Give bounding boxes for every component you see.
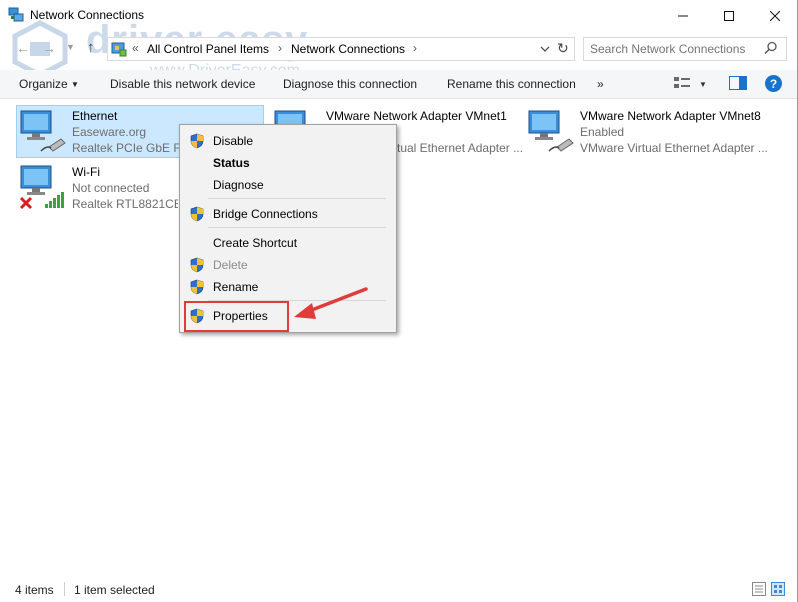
connection-device: tual Ethernet Adapter ... bbox=[397, 141, 524, 155]
forward-button[interactable]: → bbox=[42, 40, 56, 56]
breadcrumb-chevron-icon[interactable]: › bbox=[413, 41, 417, 55]
control-panel-icon bbox=[111, 41, 127, 60]
menu-item-label: Diagnose bbox=[213, 178, 264, 192]
menu-item-label: Delete bbox=[213, 258, 248, 272]
uac-shield-icon bbox=[190, 279, 204, 298]
signal-bars-icon bbox=[45, 192, 64, 208]
minimize-button[interactable] bbox=[660, 0, 706, 31]
menu-item-label: Disable bbox=[213, 134, 254, 148]
menu-item-bridge-connections[interactable]: Bridge Connections bbox=[180, 203, 396, 225]
menu-separator bbox=[208, 198, 386, 199]
organize-dropdown-icon[interactable]: ▼ bbox=[71, 80, 79, 89]
breadcrumb-all-control-panel-items[interactable]: All Control Panel Items bbox=[147, 42, 269, 56]
window-title: Network Connections bbox=[30, 8, 145, 22]
organize-button[interactable]: Organize bbox=[19, 77, 68, 91]
menu-item-disable[interactable]: Disable bbox=[180, 130, 396, 152]
menu-item-diagnose[interactable]: Diagnose bbox=[180, 174, 396, 196]
connection-status: Not connected bbox=[72, 181, 150, 195]
diagnose-button[interactable]: Diagnose this connection bbox=[283, 77, 417, 91]
menu-item-delete[interactable]: Delete bbox=[180, 254, 396, 276]
uac-shield-icon bbox=[190, 133, 204, 152]
search-icon[interactable] bbox=[764, 41, 778, 58]
selection-count: 1 item selected bbox=[74, 583, 155, 597]
change-view-icon[interactable] bbox=[674, 76, 690, 93]
annotation-arrow-icon bbox=[290, 285, 370, 328]
connection-name: VMware Network Adapter VMnet8 bbox=[580, 109, 761, 123]
large-icons-view-icon[interactable] bbox=[771, 582, 785, 599]
breadcrumb-chevron-icon[interactable]: › bbox=[278, 41, 282, 55]
maximize-button[interactable] bbox=[706, 0, 752, 31]
rename-button[interactable]: Rename this connection bbox=[447, 77, 576, 91]
item-count: 4 items bbox=[15, 583, 54, 597]
refresh-icon[interactable]: ↻ bbox=[557, 40, 569, 57]
connection-name: Ethernet bbox=[72, 109, 118, 123]
view-dropdown-icon[interactable]: ▼ bbox=[699, 80, 707, 89]
help-icon[interactable]: ? bbox=[765, 75, 782, 95]
connection-status: Enabled bbox=[580, 125, 625, 139]
disconnected-x-icon bbox=[19, 196, 33, 210]
address-dropdown-icon[interactable] bbox=[540, 42, 550, 56]
connection-name: VMware Network Adapter VMnet1 bbox=[326, 109, 507, 123]
menu-item-label: Status bbox=[213, 156, 250, 170]
up-button[interactable]: ↑ bbox=[87, 39, 95, 56]
svg-text:?: ? bbox=[770, 77, 777, 91]
search-box[interactable] bbox=[583, 37, 787, 61]
menu-separator bbox=[208, 227, 386, 228]
breadcrumb-overflow[interactable]: « bbox=[132, 41, 139, 55]
disable-device-button[interactable]: Disable this network device bbox=[110, 77, 255, 91]
uac-shield-icon bbox=[190, 257, 204, 276]
title-bar: Network Connections bbox=[0, 0, 798, 31]
preview-pane-icon[interactable] bbox=[729, 76, 747, 93]
menu-item-status[interactable]: Status bbox=[180, 152, 396, 174]
back-button[interactable]: ← bbox=[16, 40, 30, 56]
network-connections-icon bbox=[8, 7, 24, 26]
recent-locations-button[interactable]: ▼ bbox=[66, 42, 75, 52]
status-divider bbox=[64, 582, 65, 596]
uac-shield-icon bbox=[190, 206, 204, 225]
menu-item-label: Rename bbox=[213, 280, 259, 294]
breadcrumb-network-connections[interactable]: Network Connections bbox=[291, 42, 405, 56]
connection-device: VMware Virtual Ethernet Adapter ... bbox=[580, 141, 768, 155]
connection-device: Realtek RTL8821CE 8 bbox=[72, 197, 178, 211]
wifi-adapter-icon bbox=[19, 162, 69, 215]
properties-highlight-box bbox=[184, 301, 289, 332]
search-input[interactable] bbox=[588, 40, 764, 58]
address-bar[interactable]: « All Control Panel Items › Network Conn… bbox=[107, 37, 575, 61]
vmnet8-adapter-icon bbox=[527, 107, 575, 158]
more-commands-button[interactable]: » bbox=[597, 77, 604, 91]
menu-item-label: Bridge Connections bbox=[213, 207, 318, 221]
ethernet-adapter-icon bbox=[19, 107, 67, 158]
menu-item-label: Create Shortcut bbox=[213, 236, 298, 250]
connection-name: Wi-Fi bbox=[72, 165, 100, 179]
close-button[interactable] bbox=[752, 0, 798, 31]
details-view-icon[interactable] bbox=[752, 582, 766, 599]
menu-item-create-shortcut[interactable]: Create Shortcut bbox=[180, 232, 396, 254]
